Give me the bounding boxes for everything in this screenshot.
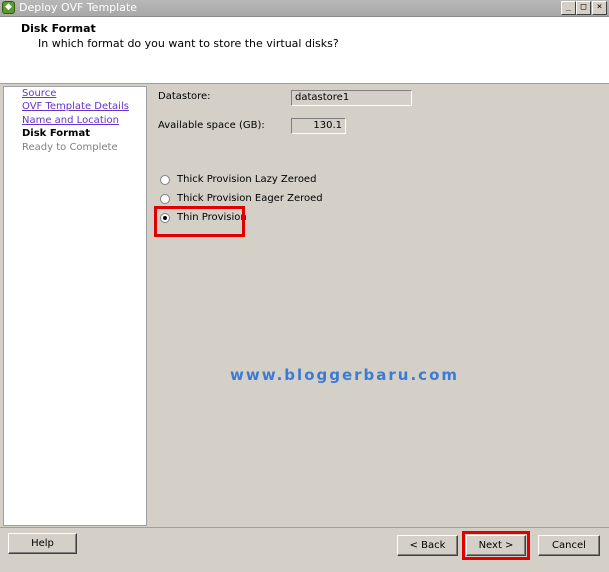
step-ovf-template-details[interactable]: OVF Template Details xyxy=(22,101,129,112)
cancel-button[interactable]: Cancel xyxy=(538,535,600,556)
available-space-field: 130.1 xyxy=(291,118,346,134)
step-disk-format: Disk Format xyxy=(22,128,90,139)
minimize-button[interactable]: _ xyxy=(561,1,576,15)
window-title: Deploy OVF Template xyxy=(19,1,138,14)
page-title: Disk Format xyxy=(21,22,96,35)
disk-format-panel: Datastore: datastore1 Available space (G… xyxy=(148,86,606,524)
wizard-steps-sidebar: Source OVF Template Details Name and Loc… xyxy=(3,86,147,526)
back-button[interactable]: < Back xyxy=(397,535,458,556)
watermark: www.bloggerbaru.com xyxy=(230,366,460,384)
datastore-label: Datastore: xyxy=(158,91,211,102)
option-label: Thick Provision Eager Zeroed xyxy=(177,193,323,204)
next-button[interactable]: Next > xyxy=(466,535,526,556)
step-name-and-location[interactable]: Name and Location xyxy=(22,115,119,126)
step-source[interactable]: Source xyxy=(22,88,56,99)
help-button[interactable]: Help xyxy=(8,533,77,554)
vm-deploy-icon: ◆ xyxy=(2,1,15,14)
available-space-label: Available space (GB): xyxy=(158,120,265,131)
footer-divider xyxy=(0,527,609,528)
close-button[interactable]: × xyxy=(592,1,607,15)
option-label: Thick Provision Lazy Zeroed xyxy=(177,174,317,185)
radio-button[interactable] xyxy=(160,194,170,204)
radio-button[interactable] xyxy=(160,175,170,185)
radio-button-selected[interactable] xyxy=(160,213,170,223)
restore-button[interactable]: □ xyxy=(576,1,591,15)
page-subtitle: In which format do you want to store the… xyxy=(38,37,339,50)
title-bar: ◆ Deploy OVF Template _ □ × xyxy=(0,0,609,17)
option-label: Thin Provision xyxy=(177,212,247,223)
datastore-field: datastore1 xyxy=(291,90,412,106)
step-ready-to-complete: Ready to Complete xyxy=(22,142,118,153)
wizard-header: Disk Format In which format do you want … xyxy=(0,17,609,84)
